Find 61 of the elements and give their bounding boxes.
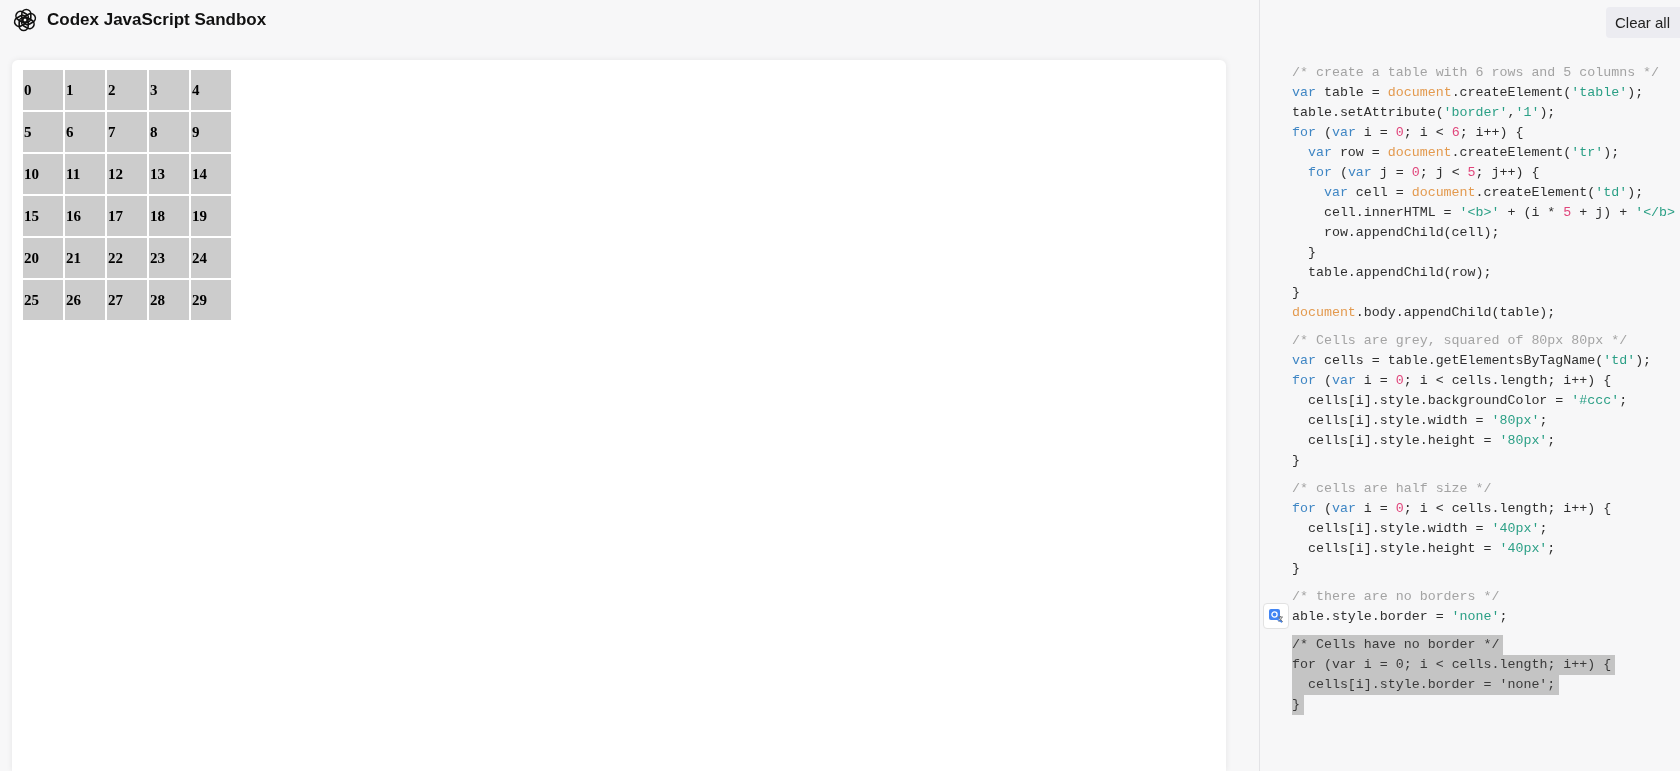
code-line: cells[i].style.height = '80px'; (1306, 432, 1556, 450)
app-title: Codex JavaScript Sandbox (47, 10, 267, 30)
code-line: able.style.border = 'none'; (1292, 607, 1508, 627)
code-line: cells[i].style.height = '40px'; (1306, 540, 1556, 558)
code-line: } (1306, 244, 1316, 262)
table-cell: 4 (191, 70, 231, 110)
table-cell: 6 (65, 112, 105, 152)
table-cell: 7 (107, 112, 147, 152)
table-cell: 1 (65, 70, 105, 110)
table-cell: 25 (23, 280, 63, 320)
code-line: /* cells are half size */ (1292, 480, 1492, 498)
code-line: for (var i = 0; i < cells.length; i++) { (1292, 372, 1612, 390)
table-cell: 0 (23, 70, 63, 110)
table-cell: 10 (23, 154, 63, 194)
clear-all-button[interactable]: Clear all (1605, 7, 1680, 38)
code-line: } (1292, 284, 1300, 302)
table-cell: 17 (107, 196, 147, 236)
code-line: var table = document.createElement('table'); (1292, 84, 1644, 102)
logo-icon (13, 8, 37, 32)
code-line: for (var i = 0; i < 6; i++) { (1292, 124, 1524, 142)
table-cell: 27 (107, 280, 147, 320)
table-cell: 24 (191, 238, 231, 278)
table-cell: 11 (65, 154, 105, 194)
table-cell: 5 (23, 112, 63, 152)
table-cell: 26 (65, 280, 105, 320)
code-line: var cell = document.createElement('td'); (1322, 184, 1644, 202)
table-cell: 12 (107, 154, 147, 194)
code-line: row.appendChild(cell); (1322, 224, 1500, 242)
table-cell: 18 (149, 196, 189, 236)
table-cell: 29 (191, 280, 231, 320)
table-cell: 28 (149, 280, 189, 320)
code-line: cells[i].style.width = '80px'; (1306, 412, 1548, 430)
table-cell: 20 (23, 238, 63, 278)
code-line: table.setAttribute('border','1'); (1292, 104, 1556, 122)
code-line: var row = document.createElement('tr'); (1306, 144, 1620, 162)
code-line: cells[i].style.width = '40px'; (1306, 520, 1548, 538)
code-line: /* create a table with 6 rows and 5 columns */ (1292, 64, 1660, 82)
code-line: /* Cells are grey, squared of 80px 80px */ (1292, 332, 1628, 350)
table-cell: 2 (107, 70, 147, 110)
code-line: document.body.appendChild(table); (1292, 304, 1556, 322)
code-line: cell.innerHTML = '<b>' + (i * 5 + j) + '</b> (1322, 204, 1676, 222)
table-cell: 16 (65, 196, 105, 236)
translate-icon[interactable] (1263, 603, 1289, 629)
table-cell: 13 (149, 154, 189, 194)
code-line: table.appendChild(row); (1306, 264, 1492, 282)
code-line: for (var i = 0; i < cells.length; i++) { (1292, 500, 1612, 518)
table-cell: 21 (65, 238, 105, 278)
table-cell: 23 (149, 238, 189, 278)
table-cell: 9 (191, 112, 231, 152)
table-cell: 19 (191, 196, 231, 236)
code-line: for (var j = 0; j < 5; j++) { (1306, 164, 1540, 182)
code-line: } (1292, 560, 1300, 578)
code-line: } (1292, 452, 1300, 470)
table-cell: 3 (149, 70, 189, 110)
table-cell: 15 (23, 196, 63, 236)
code-line: var cells = table.getElementsByTagName('td'); (1292, 352, 1652, 370)
code-line: cells[i].style.backgroundColor = '#ccc'; (1306, 392, 1628, 410)
code-line: /* there are no borders */ (1292, 588, 1500, 606)
table-cell: 8 (149, 112, 189, 152)
table-cell: 22 (107, 238, 147, 278)
table-cell: 14 (191, 154, 231, 194)
